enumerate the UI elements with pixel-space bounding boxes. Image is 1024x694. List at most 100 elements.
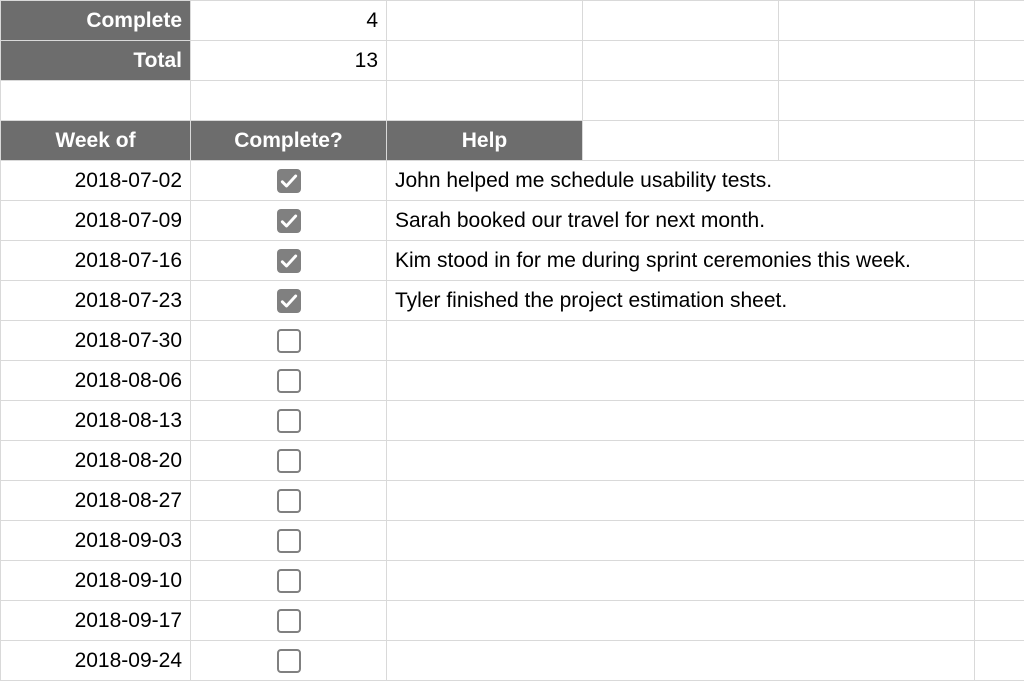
- complete-cell[interactable]: [191, 361, 387, 401]
- checkbox-unchecked-icon[interactable]: [277, 329, 301, 353]
- summary-total-value[interactable]: 13: [191, 41, 387, 81]
- empty-cell[interactable]: [975, 81, 1024, 121]
- week-of-cell[interactable]: 2018-07-09: [1, 201, 191, 241]
- week-of-cell[interactable]: 2018-09-17: [1, 601, 191, 641]
- empty-cell[interactable]: [583, 41, 779, 81]
- empty-cell[interactable]: [191, 81, 387, 121]
- header-week-of[interactable]: Week of: [1, 121, 191, 161]
- checkbox-unchecked-icon[interactable]: [277, 529, 301, 553]
- empty-cell[interactable]: [975, 361, 1024, 401]
- empty-cell[interactable]: [975, 241, 1024, 281]
- table-row: 2018-08-06: [1, 361, 1024, 401]
- checkbox-unchecked-icon[interactable]: [277, 369, 301, 393]
- checkbox-checked-icon[interactable]: [277, 289, 301, 313]
- complete-cell[interactable]: [191, 441, 387, 481]
- checkbox-unchecked-icon[interactable]: [277, 409, 301, 433]
- summary-complete-value[interactable]: 4: [191, 1, 387, 41]
- help-cell[interactable]: Tyler finished the project estimation sh…: [387, 281, 975, 321]
- table-row: 2018-08-27: [1, 481, 1024, 521]
- week-of-cell[interactable]: 2018-07-23: [1, 281, 191, 321]
- summary-complete-label[interactable]: Complete: [1, 1, 191, 41]
- empty-cell[interactable]: [975, 441, 1024, 481]
- table-row: 2018-07-16 Kim stood in for me during spr…: [1, 241, 1024, 281]
- complete-cell[interactable]: [191, 161, 387, 201]
- complete-cell[interactable]: [191, 281, 387, 321]
- help-cell[interactable]: Sarah booked our travel for next month.: [387, 201, 975, 241]
- empty-cell[interactable]: [779, 121, 975, 161]
- complete-cell[interactable]: [191, 641, 387, 681]
- week-of-cell[interactable]: 2018-07-16: [1, 241, 191, 281]
- empty-cell[interactable]: [975, 561, 1024, 601]
- help-cell[interactable]: [387, 481, 975, 521]
- table-row: 2018-09-24: [1, 641, 1024, 681]
- help-cell[interactable]: [387, 601, 975, 641]
- help-cell[interactable]: Kim stood in for me during sprint ceremo…: [387, 241, 975, 281]
- empty-cell[interactable]: [975, 161, 1024, 201]
- table-row: 2018-07-23 Tyler finished the project est…: [1, 281, 1024, 321]
- summary-total-label[interactable]: Total: [1, 41, 191, 81]
- checkbox-unchecked-icon[interactable]: [277, 649, 301, 673]
- week-of-cell[interactable]: 2018-07-02: [1, 161, 191, 201]
- checkbox-unchecked-icon[interactable]: [277, 569, 301, 593]
- table-row: 2018-09-17: [1, 601, 1024, 641]
- complete-cell[interactable]: [191, 321, 387, 361]
- checkbox-unchecked-icon[interactable]: [277, 489, 301, 513]
- complete-cell[interactable]: [191, 201, 387, 241]
- empty-cell[interactable]: [583, 1, 779, 41]
- help-cell[interactable]: [387, 361, 975, 401]
- empty-cell[interactable]: [975, 481, 1024, 521]
- complete-cell[interactable]: [191, 241, 387, 281]
- week-of-cell[interactable]: 2018-08-06: [1, 361, 191, 401]
- week-of-cell[interactable]: 2018-09-10: [1, 561, 191, 601]
- help-cell[interactable]: [387, 321, 975, 361]
- complete-cell[interactable]: [191, 521, 387, 561]
- empty-cell[interactable]: [1, 81, 191, 121]
- empty-cell[interactable]: [975, 201, 1024, 241]
- empty-cell[interactable]: [975, 121, 1024, 161]
- complete-cell[interactable]: [191, 601, 387, 641]
- empty-cell[interactable]: [583, 121, 779, 161]
- table-row: 2018-09-03: [1, 521, 1024, 561]
- week-of-cell[interactable]: 2018-08-20: [1, 441, 191, 481]
- empty-cell[interactable]: [387, 81, 583, 121]
- help-cell[interactable]: John helped me schedule usability tests.: [387, 161, 975, 201]
- empty-cell[interactable]: [975, 41, 1024, 81]
- help-cell[interactable]: [387, 521, 975, 561]
- week-of-cell[interactable]: 2018-08-13: [1, 401, 191, 441]
- week-of-cell[interactable]: 2018-08-27: [1, 481, 191, 521]
- checkbox-unchecked-icon[interactable]: [277, 449, 301, 473]
- help-cell[interactable]: [387, 561, 975, 601]
- checkbox-checked-icon[interactable]: [277, 169, 301, 193]
- summary-row-complete: Complete 4: [1, 1, 1024, 41]
- week-of-cell[interactable]: 2018-09-24: [1, 641, 191, 681]
- checkbox-unchecked-icon[interactable]: [277, 609, 301, 633]
- empty-cell[interactable]: [975, 401, 1024, 441]
- empty-cell[interactable]: [583, 81, 779, 121]
- summary-row-total: Total 13: [1, 41, 1024, 81]
- empty-cell[interactable]: [387, 41, 583, 81]
- week-of-cell[interactable]: 2018-09-03: [1, 521, 191, 561]
- checkbox-checked-icon[interactable]: [277, 209, 301, 233]
- empty-cell[interactable]: [975, 521, 1024, 561]
- header-help[interactable]: Help: [387, 121, 583, 161]
- week-of-cell[interactable]: 2018-07-30: [1, 321, 191, 361]
- spreadsheet-grid[interactable]: Complete 4 Total 13 Week of: [0, 0, 1024, 681]
- table-row: 2018-09-10: [1, 561, 1024, 601]
- complete-cell[interactable]: [191, 561, 387, 601]
- empty-cell[interactable]: [975, 281, 1024, 321]
- complete-cell[interactable]: [191, 481, 387, 521]
- complete-cell[interactable]: [191, 401, 387, 441]
- help-cell[interactable]: [387, 641, 975, 681]
- help-cell[interactable]: [387, 401, 975, 441]
- empty-cell[interactable]: [975, 1, 1024, 41]
- empty-cell[interactable]: [975, 321, 1024, 361]
- empty-cell[interactable]: [779, 41, 975, 81]
- empty-cell[interactable]: [779, 1, 975, 41]
- header-complete[interactable]: Complete?: [191, 121, 387, 161]
- empty-cell[interactable]: [975, 641, 1024, 681]
- checkbox-checked-icon[interactable]: [277, 249, 301, 273]
- empty-cell[interactable]: [779, 81, 975, 121]
- empty-cell[interactable]: [387, 1, 583, 41]
- help-cell[interactable]: [387, 441, 975, 481]
- empty-cell[interactable]: [975, 601, 1024, 641]
